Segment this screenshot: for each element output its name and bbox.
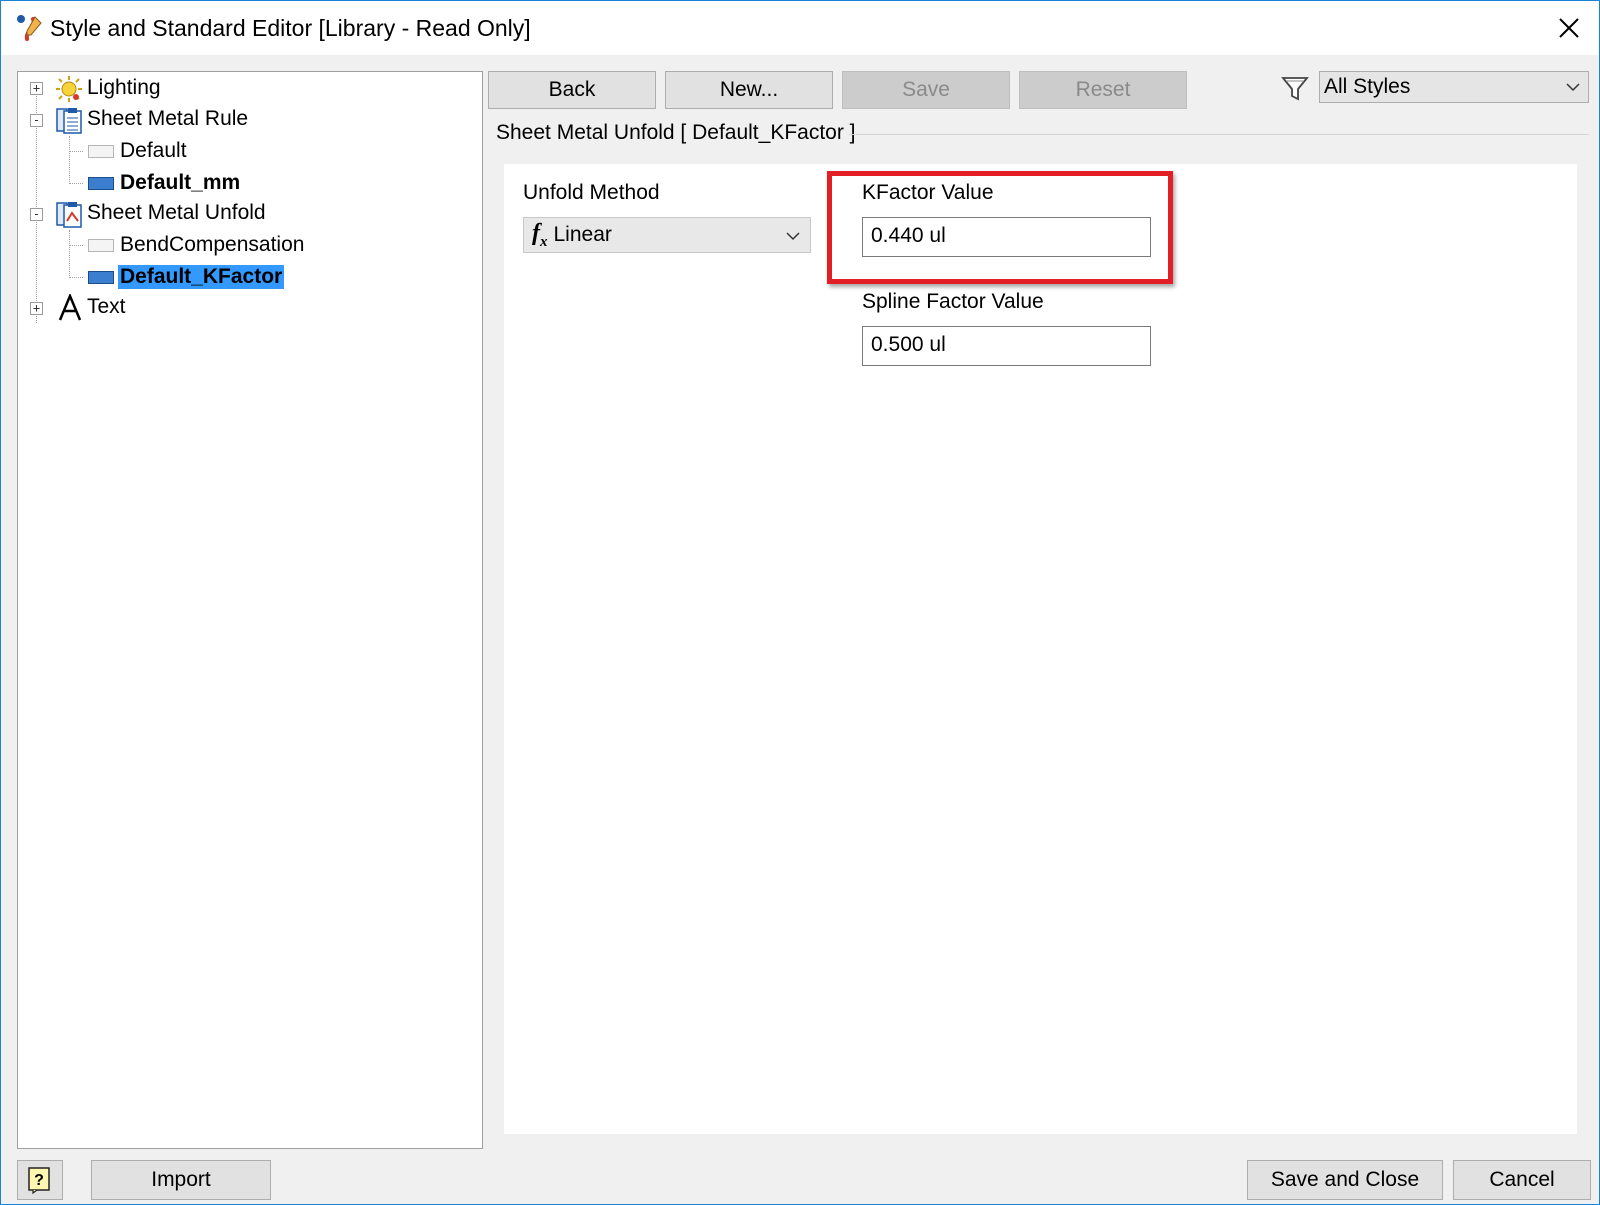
chevron-down-icon: [786, 232, 800, 241]
help-button[interactable]: ?: [17, 1160, 63, 1200]
section-header: Sheet Metal Unfold [ Default_KFactor ]: [496, 121, 856, 144]
lighting-icon: [56, 76, 82, 102]
tree-item-text[interactable]: Text: [87, 292, 126, 322]
tree-item-sheet-metal-unfold[interactable]: Sheet Metal Unfold: [87, 198, 266, 228]
tree-item-label: BendCompensation: [120, 233, 305, 256]
help-icon: ?: [28, 1167, 50, 1194]
chevron-down-icon: [1566, 83, 1580, 92]
unfold-method-value: Linear: [553, 223, 612, 246]
close-button[interactable]: [1539, 1, 1599, 55]
sheet-metal-rule-icon: [56, 108, 82, 134]
tree-item-label: Default_mm: [120, 171, 241, 194]
style-swatch-filled-icon: [88, 177, 114, 190]
style-editor-window: Style and Standard Editor [Library - Rea…: [0, 0, 1600, 1205]
expand-icon[interactable]: +: [30, 302, 43, 315]
style-swatch-empty-icon: [88, 145, 114, 158]
window-title: Style and Standard Editor [Library - Rea…: [50, 15, 531, 41]
unfold-method-dropdown[interactable]: fx Linear: [523, 217, 811, 253]
collapse-icon[interactable]: -: [30, 114, 43, 127]
tree-item-sheet-metal-rule[interactable]: Sheet Metal Rule: [87, 104, 248, 134]
tree-item-default-kfactor[interactable]: Default_KFactor: [118, 262, 285, 292]
style-tree[interactable]: + Lighting - Sheet Metal Rule Default De: [17, 71, 483, 1149]
app-icon: [17, 15, 42, 41]
tree-connector: [69, 136, 70, 184]
filter-icon[interactable]: [1281, 74, 1309, 102]
save-button[interactable]: Save: [842, 71, 1010, 109]
tree-connector: [69, 230, 70, 278]
new-button[interactable]: New...: [665, 71, 833, 109]
cancel-button[interactable]: Cancel: [1453, 1160, 1591, 1200]
tree-item-default[interactable]: Default: [120, 136, 187, 166]
reset-button[interactable]: Reset: [1019, 71, 1187, 109]
close-icon: [1559, 18, 1579, 38]
kfactor-highlight-annotation: [827, 171, 1173, 284]
style-swatch-empty-icon: [88, 239, 114, 252]
tree-item-label: Sheet Metal Unfold: [87, 201, 266, 224]
style-filter-dropdown[interactable]: All Styles: [1319, 71, 1589, 103]
tree-connector: [69, 245, 83, 246]
save-and-close-button[interactable]: Save and Close: [1247, 1160, 1443, 1200]
back-button[interactable]: Back: [488, 71, 656, 109]
tree-item-label: Default: [120, 139, 187, 162]
tree-connector: [69, 183, 83, 184]
text-style-icon: [58, 294, 82, 321]
section-divider: [849, 134, 1589, 135]
style-swatch-filled-icon: [88, 271, 114, 284]
tree-connector: [69, 277, 83, 278]
tree-item-label: Lighting: [87, 76, 161, 99]
tree-item-label: Sheet Metal Rule: [87, 107, 249, 130]
tree-item-lighting[interactable]: Lighting: [87, 73, 161, 103]
svg-text:?: ?: [34, 1172, 44, 1189]
tree-item-bendcompensation[interactable]: BendCompensation: [120, 230, 304, 260]
style-filter-value: All Styles: [1324, 75, 1411, 98]
tree-item-label: Text: [87, 295, 126, 318]
title-bar: Style and Standard Editor [Library - Rea…: [1, 1, 1599, 55]
import-button[interactable]: Import: [91, 1160, 271, 1200]
expand-icon[interactable]: +: [30, 82, 43, 95]
function-fx-icon: fx: [532, 219, 548, 250]
sheet-metal-unfold-icon: [56, 202, 82, 228]
tree-item-default-mm[interactable]: Default_mm: [120, 168, 240, 198]
spline-factor-input[interactable]: 0.500 ul: [862, 326, 1151, 366]
tree-item-label: Default_KFactor: [118, 265, 285, 289]
unfold-method-label: Unfold Method: [523, 181, 660, 204]
spline-factor-label: Spline Factor Value: [862, 290, 1044, 313]
collapse-icon[interactable]: -: [30, 208, 43, 221]
tree-connector: [69, 151, 83, 152]
